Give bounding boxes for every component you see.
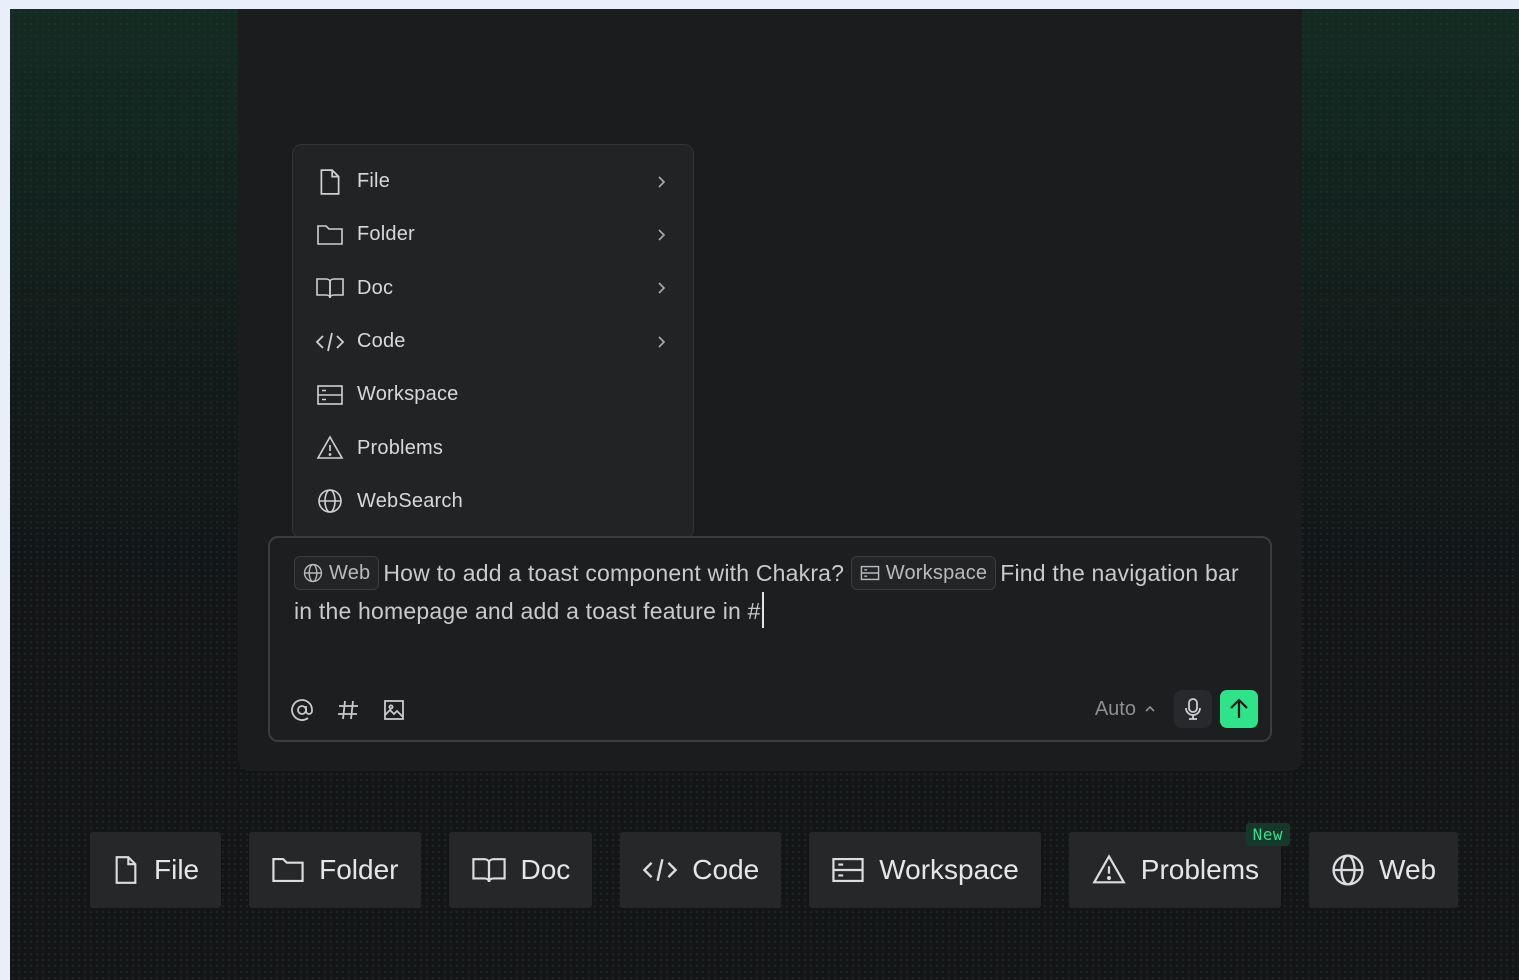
web-context-chip[interactable]: Web [294,555,380,590]
chevron-up-icon [1145,705,1155,712]
menu-item-label: File [357,170,391,193]
hash-icon [338,700,358,720]
microphone-icon [1185,698,1201,720]
workspace-context-chip[interactable]: Workspace [850,555,997,590]
menu-item-label: Code [357,330,406,353]
feature-label: Problems [1140,854,1260,885]
file-icon [315,168,345,196]
prompt-text: How to add a toast component with Chakra… [383,560,845,586]
microphone-button[interactable] [1174,690,1212,728]
menu-item-label: Workspace [357,383,459,406]
chip-label: Workspace [885,561,988,584]
globe-icon [1331,853,1365,887]
chevron-right-icon [651,281,671,295]
code-icon [642,855,678,885]
feature-file[interactable]: File [90,832,222,908]
send-button[interactable] [1220,690,1258,728]
text-cursor [761,591,764,628]
menu-item-label: WebSearch [357,489,463,512]
book-icon [471,855,507,885]
file-icon [112,853,140,887]
arrow-up-icon [1230,698,1248,718]
menu-item-websearch[interactable]: WebSearch [303,475,683,528]
hash-button[interactable] [334,696,362,724]
stage-background: File Folder Doc Code Workspace Problems … [10,9,1519,980]
menu-item-workspace[interactable]: Workspace [303,368,683,421]
model-select[interactable]: Auto [1095,698,1156,721]
prompt-text-area[interactable]: Web How to add a toast component with Ch… [294,554,1244,631]
menu-item-label: Folder [357,223,415,246]
code-icon [315,328,345,356]
mention-button[interactable] [288,696,316,724]
menu-item-folder[interactable]: Folder [303,208,683,261]
new-badge: New [1245,823,1291,846]
menu-item-label: Doc [357,276,394,299]
at-icon [291,699,313,721]
workspace-icon [315,381,345,409]
feature-label: Workspace [879,854,1019,885]
chevron-right-icon [651,335,671,349]
feature-workspace[interactable]: Workspace [809,832,1041,908]
feature-label: Doc [520,854,571,885]
feature-bar: File Folder Doc Code Workspace Problems … [90,823,1459,908]
chevron-right-icon [651,175,671,189]
warning-icon [315,434,345,462]
book-icon [315,274,345,302]
globe-icon [303,563,323,583]
globe-icon [315,487,345,515]
menu-item-code[interactable]: Code [303,315,683,368]
image-icon [384,700,404,720]
menu-item-label: Problems [357,436,444,459]
feature-doc[interactable]: Doc [448,832,593,908]
feature-folder[interactable]: Folder [249,832,421,908]
chip-label: Web [329,561,371,584]
workspace-icon [860,565,880,581]
feature-code[interactable]: Code [620,832,782,908]
feature-web[interactable]: Web [1309,832,1459,908]
folder-icon [315,221,345,249]
warning-icon [1091,854,1127,886]
menu-item-file[interactable]: File [303,155,683,208]
menu-item-doc[interactable]: Doc [303,262,683,315]
folder-icon [271,855,305,885]
chat-input-box[interactable]: Web How to add a toast component with Ch… [268,536,1272,742]
workspace-icon [831,855,865,885]
feature-label: File [154,854,200,885]
model-select-label: Auto [1094,697,1136,720]
chevron-right-icon [651,228,671,242]
feature-label: Code [692,854,760,885]
context-menu: File Folder Doc Code Workspace Problems … [292,144,694,539]
feature-label: Web [1379,854,1437,885]
input-tools [288,696,408,724]
feature-label: Folder [319,854,399,885]
menu-item-problems[interactable]: Problems [303,421,683,474]
feature-problems[interactable]: Problems New [1068,823,1291,908]
input-actions: Auto [1095,690,1258,728]
image-button[interactable] [380,696,408,724]
